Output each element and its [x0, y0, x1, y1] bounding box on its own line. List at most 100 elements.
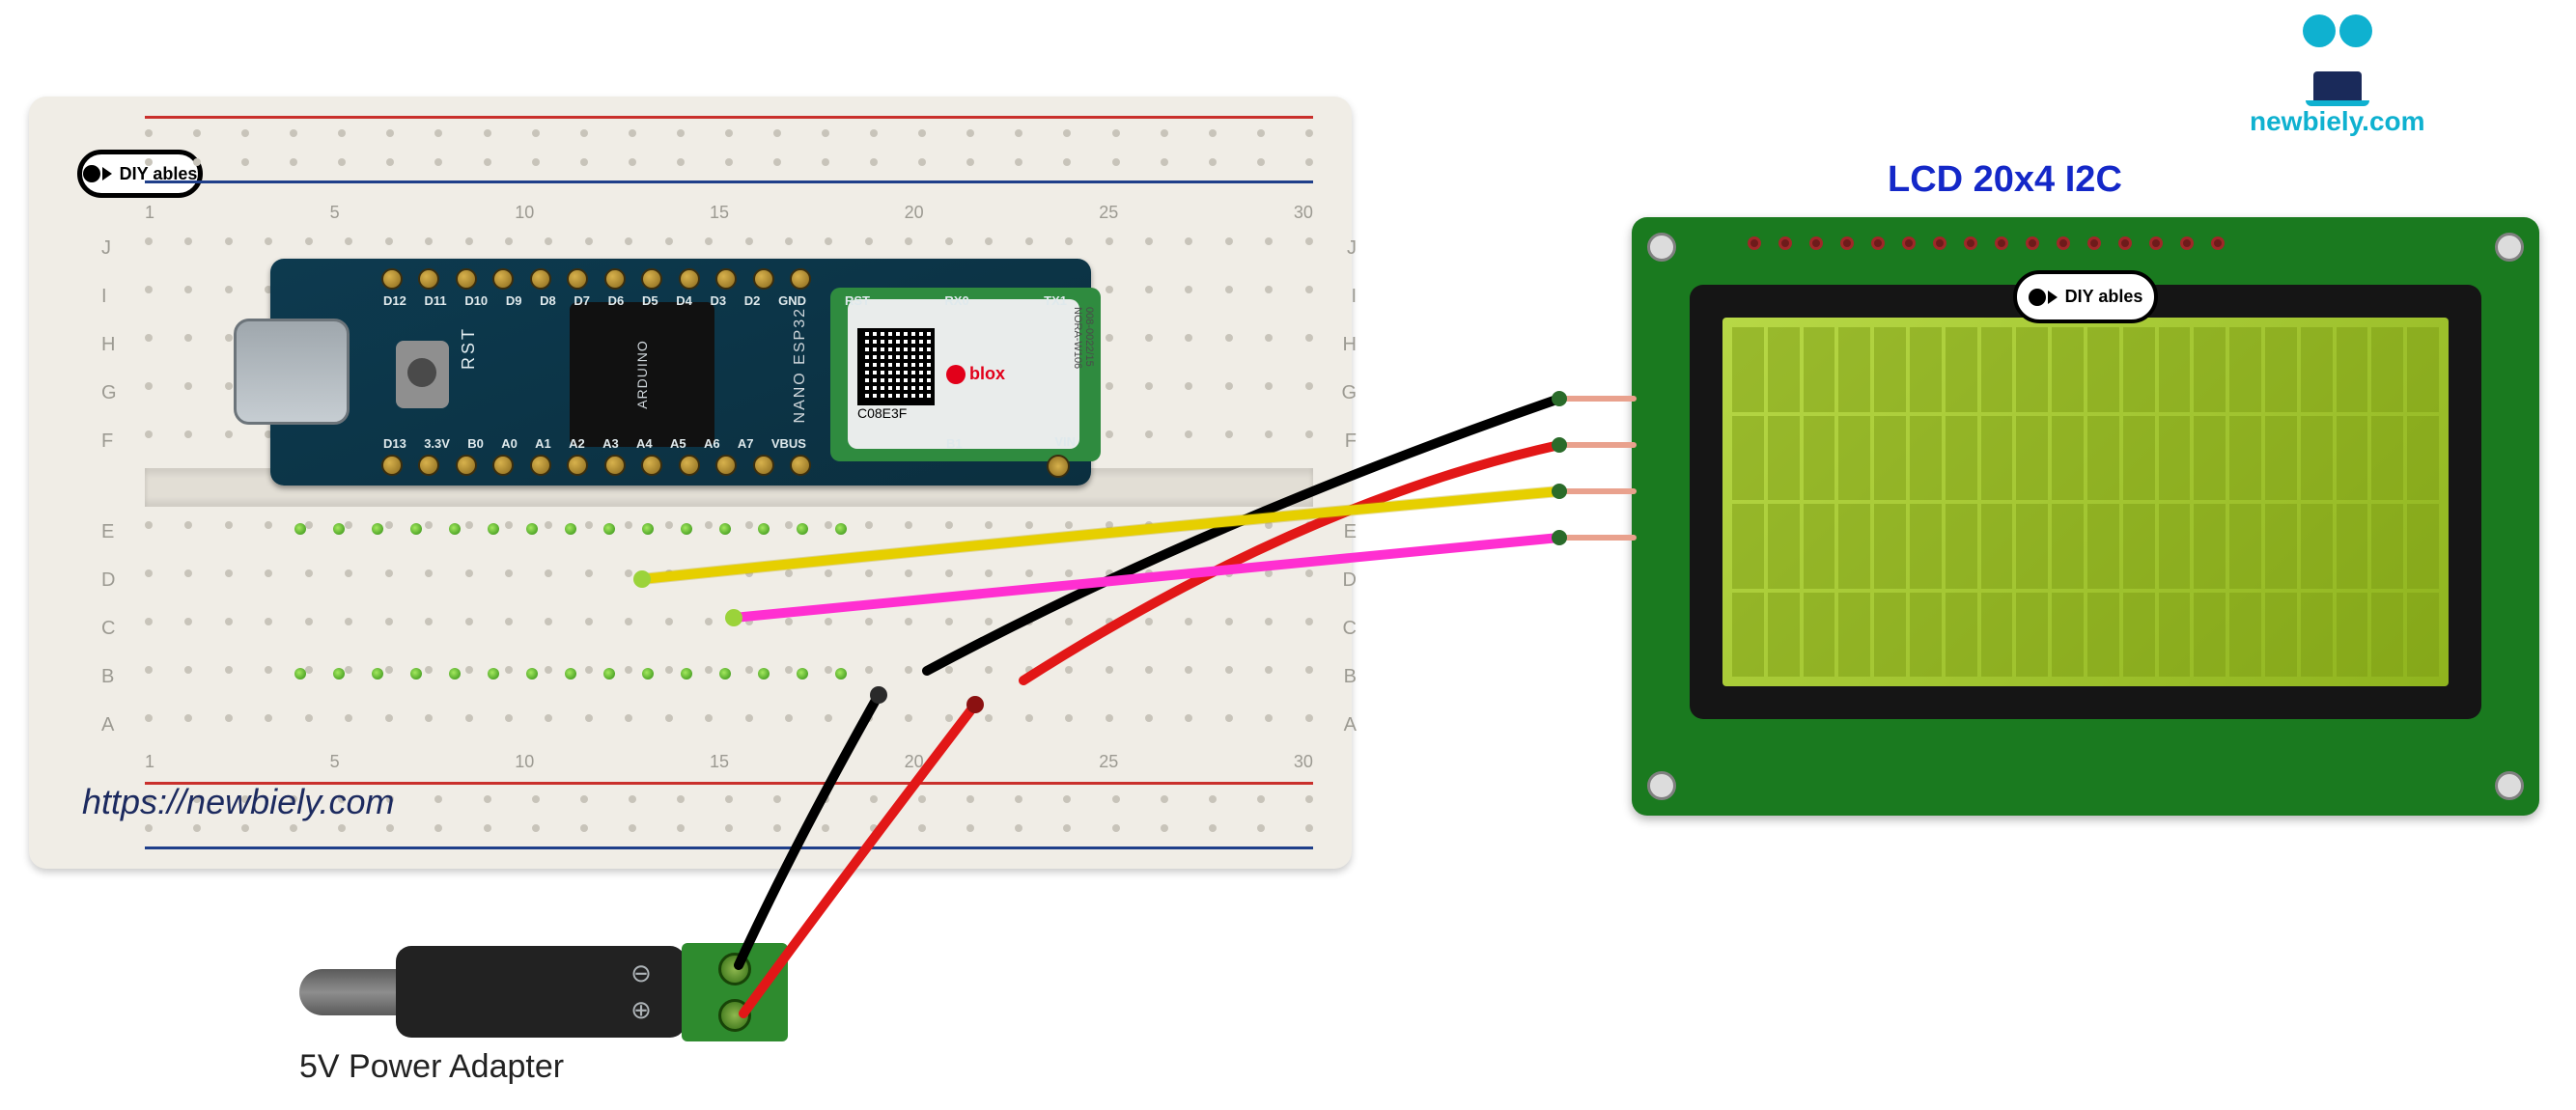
col-num: 30: [1294, 203, 1313, 223]
lcd-header-pins: [1748, 236, 2225, 250]
arduino-pins-top: [381, 268, 811, 290]
diyables-logo-icon: [83, 165, 100, 182]
row-label: F: [1345, 430, 1357, 453]
row-label: A: [1344, 714, 1357, 736]
row-label: E: [1344, 521, 1357, 543]
pin-label: D12: [383, 293, 406, 308]
adapter-label: 5V Power Adapter: [299, 1048, 564, 1086]
col-num: 5: [330, 752, 340, 772]
row-label: F: [101, 430, 113, 453]
row-label: G: [1341, 382, 1357, 404]
col-num: 20: [905, 203, 924, 223]
col-num: 20: [905, 752, 924, 772]
screw-icon: [2495, 771, 2524, 800]
screw-terminal: [682, 943, 788, 1041]
arduino-nano-esp32: RST ARDUINO NANO ESP32 C08E3F blox 008-0…: [270, 259, 1091, 486]
arduino-pins-bottom: [381, 455, 811, 476]
col-num: 30: [1294, 752, 1313, 772]
owl-icon: [2299, 14, 2376, 68]
diyables-badge-lcd: DIY ables: [2013, 270, 2158, 323]
col-num: 1: [145, 203, 154, 223]
pin-label: D9: [506, 293, 522, 308]
pin-label: D4: [676, 293, 692, 308]
ublox-logo: blox: [946, 364, 1028, 384]
pin-label: A0: [501, 436, 518, 451]
row-label: D: [101, 569, 115, 592]
row-label: J: [1347, 237, 1357, 260]
pin-label: GND: [778, 293, 806, 308]
row-label: E: [101, 521, 114, 543]
row-label: J: [101, 237, 111, 260]
pin-label: B1: [946, 436, 963, 451]
col-num: 1: [145, 752, 154, 772]
board-variant: NANO ESP32: [792, 307, 808, 423]
row-label: C: [101, 618, 115, 640]
row-label: C: [1343, 618, 1357, 640]
power-adapter: ⊖ ⊕: [299, 936, 801, 1047]
qr-code-icon: [857, 328, 935, 405]
pin-label: A3: [602, 436, 619, 451]
pin-label: D6: [608, 293, 625, 308]
col-num: 10: [515, 752, 534, 772]
pin-label: A2: [569, 436, 585, 451]
newbiely-brand: newbiely.com: [2250, 14, 2425, 137]
module-code: 008-0022/15: [1083, 307, 1095, 367]
col-num: 5: [330, 203, 340, 223]
site-url: https://newbiely.com: [82, 782, 394, 822]
chip-brand: ARDUINO: [634, 340, 650, 409]
col-num: 15: [710, 203, 729, 223]
polarity-plus-icon: ⊕: [622, 995, 660, 1025]
pin-label: D10: [464, 293, 488, 308]
row-label: D: [1343, 569, 1357, 592]
pin-label: D2: [744, 293, 761, 308]
lcd-pin-sda: [1559, 488, 1637, 494]
vin-pin: [1047, 455, 1070, 478]
pin-label: A7: [738, 436, 754, 451]
lcd-pin-scl: [1559, 535, 1637, 541]
reset-label: RST: [459, 326, 479, 370]
row-label: I: [101, 286, 107, 308]
adapter-body: ⊖ ⊕: [396, 946, 686, 1038]
col-num: 25: [1099, 752, 1118, 772]
laptop-icon: [2313, 71, 2362, 100]
row-label: G: [101, 382, 117, 404]
module-model: NORA-W106: [1072, 307, 1083, 369]
row-label: H: [101, 334, 115, 356]
pin-label: B0: [467, 436, 484, 451]
pin-label: D3: [711, 293, 727, 308]
polarity-minus-icon: ⊖: [622, 958, 660, 988]
lcd-20x4-i2c: DIY ables: [1632, 217, 2539, 816]
qr-value: C08E3F: [857, 405, 935, 421]
terminal-screw-pos: [718, 999, 751, 1032]
pin-label: D7: [574, 293, 590, 308]
pin-label: D5: [642, 293, 658, 308]
pin-label: A1: [535, 436, 551, 451]
col-num: 25: [1099, 203, 1118, 223]
pin-label: RST: [845, 293, 870, 308]
pin-label: A5: [670, 436, 686, 451]
row-label: H: [1343, 334, 1357, 356]
row-label: I: [1351, 286, 1357, 308]
lcd-pin-vcc: [1559, 442, 1637, 448]
row-label: B: [1344, 666, 1357, 688]
row-label: A: [101, 714, 114, 736]
pin-label: A4: [636, 436, 653, 451]
vin-label: VIN: [1054, 434, 1076, 449]
breadboard-top-rail: [145, 116, 1313, 183]
lcd-pin-gnd: [1559, 396, 1637, 402]
pin-label: D8: [540, 293, 556, 308]
reset-button[interactable]: [396, 341, 449, 408]
col-num: 15: [710, 752, 729, 772]
pin-label: D13: [383, 436, 406, 451]
lcd-screen: [1722, 318, 2449, 686]
pin-label: 3.3V: [424, 436, 450, 451]
lcd-title: LCD 20x4 I2C: [1888, 159, 2122, 201]
usb-c-icon: [234, 319, 350, 425]
screw-icon: [2495, 233, 2524, 262]
diyables-logo-icon: [2029, 289, 2046, 306]
col-num: 10: [515, 203, 534, 223]
ublox-dot-icon: [946, 365, 966, 384]
pin-label: RX0: [944, 293, 968, 308]
diyables-text: DIY ables: [2065, 289, 2143, 304]
newbiely-text: newbiely.com: [2250, 106, 2425, 137]
